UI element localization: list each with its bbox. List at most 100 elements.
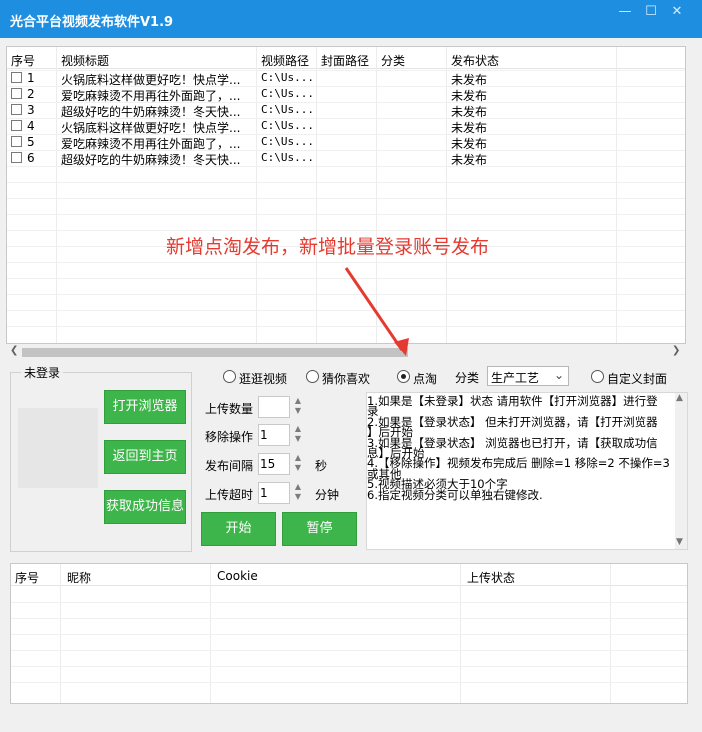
row-checkbox[interactable]	[11, 152, 22, 163]
table-row[interactable]: 3 超级好吃的牛奶麻辣烫！冬天快... C:\Us... 未发布	[7, 102, 685, 119]
col-title[interactable]: 视频标题	[61, 52, 109, 69]
row-path: C:\Us...	[261, 151, 314, 164]
row-path: C:\Us...	[261, 71, 314, 84]
minimize-button[interactable]: —	[614, 3, 636, 21]
timeout-label: 上传超时	[205, 488, 254, 502]
platform-caini-label[interactable]: 猜你喜欢	[322, 370, 370, 387]
start-button[interactable]: 开始	[201, 512, 276, 546]
open-browser-button[interactable]: 打开浏览器	[104, 390, 186, 424]
instructions-scrollbar[interactable]: ▲ ▼	[675, 393, 687, 549]
category-label: 分类	[455, 371, 480, 385]
row-path: C:\Us...	[261, 87, 314, 100]
row-divider	[7, 230, 685, 231]
instructions-box[interactable]: 1.如果是【未登录】状态 请用软件【打开浏览器】进行登录 2.如果是【登录状态】 …	[366, 392, 688, 550]
qr-code-area	[18, 408, 98, 488]
interval-stepper-icon[interactable]: ▲ ▼	[293, 453, 303, 475]
instruction-line: 4.【移除操作】视频发布完成后 删除=1 移除=2 不操作=3	[367, 456, 670, 471]
get-info-button[interactable]: 获取成功信息	[104, 490, 186, 524]
acc-col-cookie[interactable]: Cookie	[217, 569, 258, 583]
acc-col-index[interactable]: 序号	[15, 569, 39, 586]
row-index: 4	[27, 119, 35, 133]
account-table[interactable]: 序号 昵称 Cookie 上传状态	[10, 563, 688, 704]
timeout-input[interactable]: 1	[258, 482, 290, 504]
acc-col-status[interactable]: 上传状态	[467, 569, 515, 586]
table-row[interactable]: 2 爱吃麻辣烫不用再往外面跑了，... C:\Us... 未发布	[7, 86, 685, 103]
row-divider	[7, 150, 685, 151]
row-index: 3	[27, 103, 35, 117]
row-path: C:\Us...	[261, 135, 314, 148]
pause-button[interactable]: 暂停	[282, 512, 357, 546]
col-category[interactable]: 分类	[381, 52, 405, 69]
row-index: 1	[27, 71, 35, 85]
row-index: 5	[27, 135, 35, 149]
category-value: 生产工艺	[491, 371, 540, 385]
interval-unit: 秒	[315, 459, 328, 473]
row-divider	[7, 70, 685, 71]
move-op-label: 移除操作	[205, 430, 254, 444]
row-path: C:\Us...	[261, 103, 314, 116]
row-checkbox[interactable]	[11, 72, 22, 83]
window-title: 光合平台视频发布软件V1.9	[10, 15, 174, 30]
title-bar: 光合平台视频发布软件V1.9 — ☐ ✕	[0, 0, 702, 38]
row-divider	[7, 182, 685, 183]
custom-cover-radio[interactable]	[591, 370, 604, 383]
row-divider	[11, 682, 687, 683]
account-table-header: 序号 昵称 Cookie 上传状态	[11, 564, 687, 586]
row-checkbox[interactable]	[11, 104, 22, 115]
row-divider	[7, 198, 685, 199]
move-op-stepper-icon[interactable]: ▲ ▼	[293, 424, 303, 446]
interval-label: 发布间隔	[205, 459, 254, 473]
scroll-down-icon[interactable]: ▼	[676, 537, 683, 547]
table-row[interactable]: 6 超级好吃的牛奶麻辣烫！冬天快... C:\Us... 未发布	[7, 150, 685, 167]
instruction-line: 6.指定视频分类可以单独右键修改.	[367, 487, 543, 502]
scroll-up-icon[interactable]: ▲	[676, 393, 683, 403]
annotation-arrow	[344, 267, 409, 356]
table-row[interactable]: 4 火锅底料这样做更好吃！快点学... C:\Us... 未发布	[7, 118, 685, 135]
row-divider	[11, 650, 687, 651]
row-divider	[7, 134, 685, 135]
scroll-left-icon[interactable]: ❮	[10, 345, 18, 356]
row-checkbox[interactable]	[11, 120, 22, 131]
row-divider	[11, 602, 687, 603]
upload-count-stepper-icon[interactable]: ▲ ▼	[293, 396, 303, 418]
interval-input[interactable]: 15	[258, 453, 290, 475]
col-index[interactable]: 序号	[11, 52, 35, 69]
login-status: 未登录	[21, 364, 64, 381]
row-divider	[11, 618, 687, 619]
row-checkbox[interactable]	[11, 88, 22, 99]
timeout-stepper-icon[interactable]: ▲ ▼	[293, 482, 303, 504]
upload-count-label: 上传数量	[205, 402, 254, 416]
row-divider	[7, 102, 685, 103]
back-home-button[interactable]: 返回到主页	[104, 440, 186, 474]
platform-guangguang-label[interactable]: 逛逛视频	[239, 370, 287, 387]
platform-diantao-radio[interactable]	[397, 370, 410, 383]
row-divider	[7, 118, 685, 119]
custom-cover-label[interactable]: 自定义封面	[607, 370, 667, 387]
chevron-down-icon: ⌄	[554, 368, 565, 382]
close-button[interactable]: ✕	[666, 3, 688, 21]
col-cover[interactable]: 封面路径	[321, 52, 369, 69]
col-status[interactable]: 发布状态	[451, 52, 499, 69]
platform-diantao-label[interactable]: 点淘	[413, 370, 437, 387]
platform-guangguang-radio[interactable]	[223, 370, 236, 383]
table-row[interactable]: 1 火锅底料这样做更好吃！快点学... C:\Us... 未发布	[7, 70, 685, 87]
row-divider	[7, 166, 685, 167]
row-divider	[11, 666, 687, 667]
row-index: 2	[27, 87, 35, 101]
platform-caini-radio[interactable]	[306, 370, 319, 383]
table-row[interactable]: 5 爱吃麻辣烫不用再往外面跑了，... C:\Us... 未发布	[7, 134, 685, 151]
instruction-line: 1.如果是【未登录】状态 请用软件【打开浏览器】进行登	[367, 394, 658, 408]
category-select[interactable]: 生产工艺 ⌄	[487, 366, 569, 386]
upload-count-input[interactable]	[258, 396, 290, 418]
row-checkbox[interactable]	[11, 136, 22, 147]
video-table-header: 序号 视频标题 视频路径 封面路径 分类 发布状态	[7, 47, 685, 69]
scroll-right-icon[interactable]: ❯	[672, 345, 680, 356]
move-op-input[interactable]: 1	[258, 424, 290, 446]
row-index: 6	[27, 151, 35, 165]
row-path: C:\Us...	[261, 119, 314, 132]
acc-col-nickname[interactable]: 昵称	[67, 569, 91, 586]
maximize-button[interactable]: ☐	[640, 3, 662, 21]
row-divider	[11, 634, 687, 635]
timeout-unit: 分钟	[315, 488, 340, 502]
col-path[interactable]: 视频路径	[261, 52, 309, 69]
